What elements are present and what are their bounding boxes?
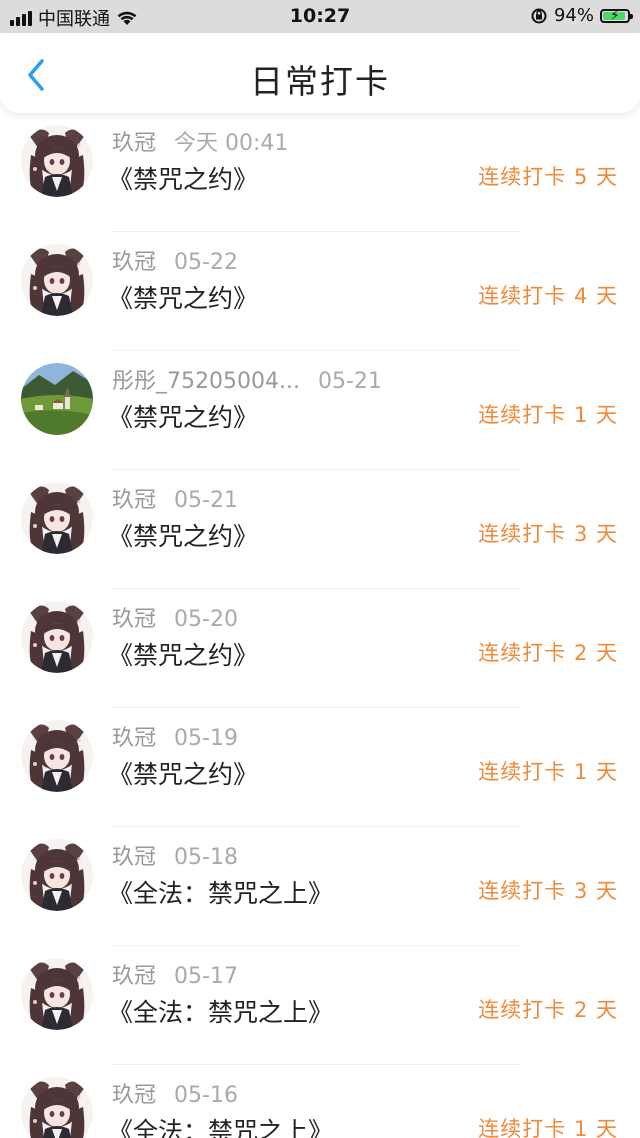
user-name[interactable]: 玖冠 [112,964,156,989]
work-title[interactable]: 《全法：禁咒之上》 [108,1112,333,1138]
streak-label: 连续打卡 1 天 [478,760,618,784]
entry-date: 05-21 [174,488,238,513]
entry-meta: 玖冠 05-22 [112,244,238,276]
navigation-bar: 日常打卡 [0,33,640,113]
entry-meta: 玖冠 今天 00:41 [112,125,288,157]
user-name[interactable]: 玖冠 [112,726,156,751]
avatar[interactable] [21,244,93,316]
list-item[interactable]: 玖冠 05-18 《全法：禁咒之上》 连续打卡 3 天 [0,827,640,946]
entry-meta: 玖冠 05-21 [112,482,238,514]
list-item[interactable]: 彤彤_75205004... 05-21 《禁咒之约》 连续打卡 1 天 [0,351,640,470]
avatar[interactable] [21,482,93,554]
entry-date: 05-16 [174,1083,238,1108]
entry-date: 今天 00:41 [174,131,289,156]
entry-date: 05-20 [174,607,238,632]
streak-label: 连续打卡 2 天 [478,641,618,665]
list-item[interactable]: 玖冠 05-20 《禁咒之约》 连续打卡 2 天 [0,589,640,708]
status-right: 94% ⚡ [530,5,633,26]
status-bar: 中国联通 10:27 94% ⚡ [0,0,640,33]
avatar[interactable] [21,363,93,435]
work-title[interactable]: 《禁咒之约》 [108,160,258,196]
avatar[interactable] [21,1077,93,1138]
list-item[interactable]: 玖冠 05-16 《全法：禁咒之上》 连续打卡 1 天 [0,1065,640,1138]
work-title[interactable]: 《禁咒之约》 [108,517,258,553]
work-title[interactable]: 《全法：禁咒之上》 [108,993,333,1029]
checkin-list[interactable]: 玖冠 今天 00:41 《禁咒之约》 连续打卡 5 天玖冠 05-22 《禁咒之约》 连续打… [0,113,640,1138]
avatar[interactable] [21,601,93,673]
entry-meta: 玖冠 05-18 [112,839,238,871]
entry-meta: 玖冠 05-17 [112,958,238,990]
streak-label: 连续打卡 1 天 [478,1117,618,1138]
page-title: 日常打卡 [250,62,390,101]
orientation-lock-icon [531,8,547,23]
work-title[interactable]: 《全法：禁咒之上》 [108,874,333,910]
entry-meta: 玖冠 05-20 [112,601,238,633]
entry-date: 05-21 [317,369,382,394]
entry-meta: 彤彤_75205004... 05-21 [112,363,382,395]
user-name[interactable]: 玖冠 [112,250,156,275]
avatar[interactable] [21,958,93,1030]
list-item[interactable]: 玖冠 05-19 《禁咒之约》 连续打卡 1 天 [0,708,640,827]
battery-percent: 94% [553,5,594,26]
avatar[interactable] [21,125,93,197]
list-item[interactable]: 玖冠 05-17 《全法：禁咒之上》 连续打卡 2 天 [0,946,640,1065]
streak-label: 连续打卡 1 天 [478,403,618,427]
entry-meta: 玖冠 05-19 [112,720,238,752]
list-item[interactable]: 玖冠 今天 00:41 《禁咒之约》 连续打卡 5 天 [0,113,640,232]
streak-label: 连续打卡 3 天 [478,879,618,903]
entry-meta: 玖冠 05-16 [112,1077,238,1109]
entry-date: 05-19 [174,726,238,751]
avatar[interactable] [21,839,93,911]
streak-label: 连续打卡 4 天 [478,284,618,308]
list-item[interactable]: 玖冠 05-21 《禁咒之约》 连续打卡 3 天 [0,470,640,589]
list-item[interactable]: 玖冠 05-22 《禁咒之约》 连续打卡 4 天 [0,232,640,351]
battery-icon: ⚡ [600,7,633,24]
user-name[interactable]: 玖冠 [112,607,156,632]
user-name[interactable]: 玖冠 [112,131,156,156]
work-title[interactable]: 《禁咒之约》 [108,279,258,315]
user-name[interactable]: 玖冠 [112,845,156,870]
work-title[interactable]: 《禁咒之约》 [108,755,258,791]
user-name[interactable]: 玖冠 [112,1083,156,1108]
charging-bolt-icon: ⚡ [610,7,620,24]
entry-date: 05-22 [174,250,238,275]
avatar[interactable] [21,720,93,792]
user-name[interactable]: 彤彤_75205004... [112,369,300,394]
user-name[interactable]: 玖冠 [112,488,156,513]
streak-label: 连续打卡 3 天 [478,522,618,546]
work-title[interactable]: 《禁咒之约》 [108,398,258,434]
streak-label: 连续打卡 5 天 [478,165,618,189]
streak-label: 连续打卡 2 天 [478,998,618,1022]
work-title[interactable]: 《禁咒之约》 [108,636,258,672]
entry-date: 05-17 [174,964,238,989]
entry-date: 05-18 [174,845,238,870]
